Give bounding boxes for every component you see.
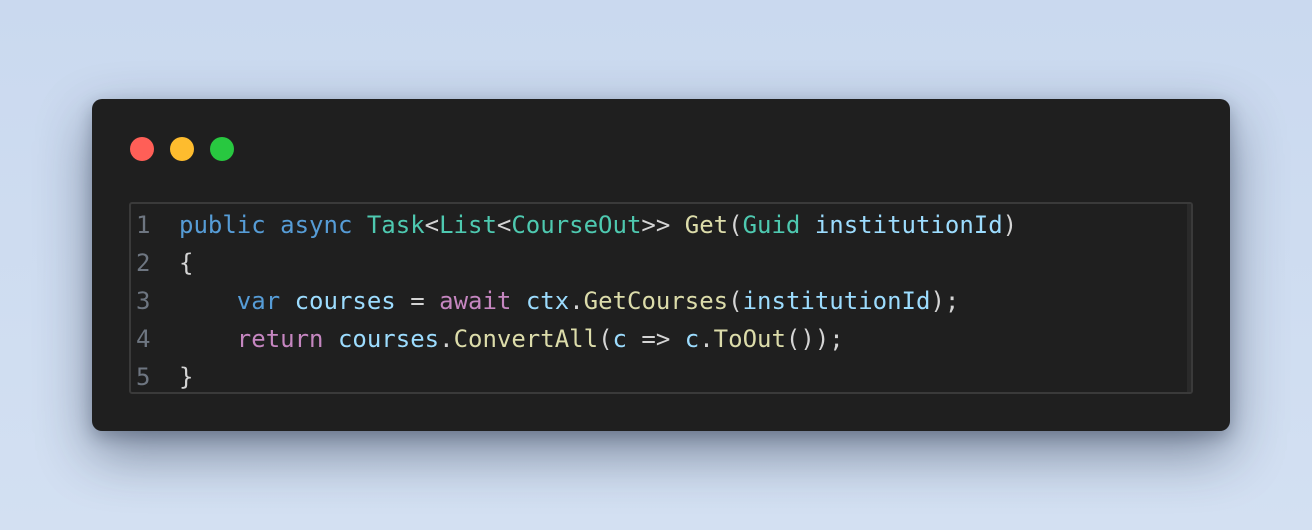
line-number: 1 [136, 211, 151, 239]
vertical-scrollbar[interactable] [1187, 204, 1191, 392]
code-token: Guid [742, 211, 801, 239]
code-token: courses [294, 287, 396, 315]
line-code: { [179, 244, 193, 282]
code-editor[interactable]: 1 public async Task<List<CourseOut>> Get(… [129, 202, 1193, 394]
code-token: Get [684, 211, 729, 239]
line-number: 5 [136, 363, 151, 391]
code-token: async [280, 211, 353, 239]
code-token: institutionId [742, 287, 931, 315]
line-code: return courses.ConvertAll(c => c.ToOut()… [179, 320, 844, 358]
code-token: await [439, 287, 512, 315]
code-token: c [684, 325, 700, 353]
code-token: ()); [785, 325, 844, 353]
code-token: >> [641, 211, 685, 239]
code-token: ); [930, 287, 960, 315]
code-token: ( [728, 211, 743, 239]
code-token: { [179, 249, 194, 277]
code-token: CourseOut [511, 211, 642, 239]
line-code: } [179, 358, 193, 396]
code-token: } [179, 363, 194, 391]
code-token: institutionId [814, 211, 1003, 239]
code-token: < [496, 211, 512, 239]
code-token: courses [337, 325, 440, 353]
code-token: c [612, 325, 627, 353]
code-token: var [236, 287, 281, 315]
code-token: < [424, 211, 440, 239]
code-token: ToOut [713, 325, 786, 353]
line-code: var courses = await ctx.GetCourses(insti… [179, 282, 960, 320]
code-token: . [569, 287, 584, 315]
code-token: = [395, 287, 440, 315]
code-token: public [179, 211, 266, 239]
code-token: => [626, 325, 685, 353]
line-code: public async Task<List<CourseOut>> Get(G… [179, 206, 1017, 244]
code-token: ( [598, 325, 613, 353]
minimize-button[interactable] [170, 137, 194, 161]
code-token: . [439, 325, 454, 353]
code-token: GetCourses [583, 287, 729, 315]
line-number: 2 [136, 249, 151, 277]
code-token: ctx [525, 287, 570, 315]
code-token: ) [1002, 211, 1018, 239]
code-token: ConvertAll [453, 325, 599, 353]
code-token: Task [366, 211, 425, 239]
line-number: 3 [136, 287, 151, 315]
code-window: 1 public async Task<List<CourseOut>> Get(… [92, 99, 1230, 431]
maximize-button[interactable] [210, 137, 234, 161]
code-token: ( [728, 287, 743, 315]
code-token: List [439, 211, 497, 239]
code-token: . [699, 325, 714, 353]
line-number: 4 [136, 325, 151, 353]
close-button[interactable] [130, 137, 154, 161]
code-token: return [236, 325, 324, 353]
